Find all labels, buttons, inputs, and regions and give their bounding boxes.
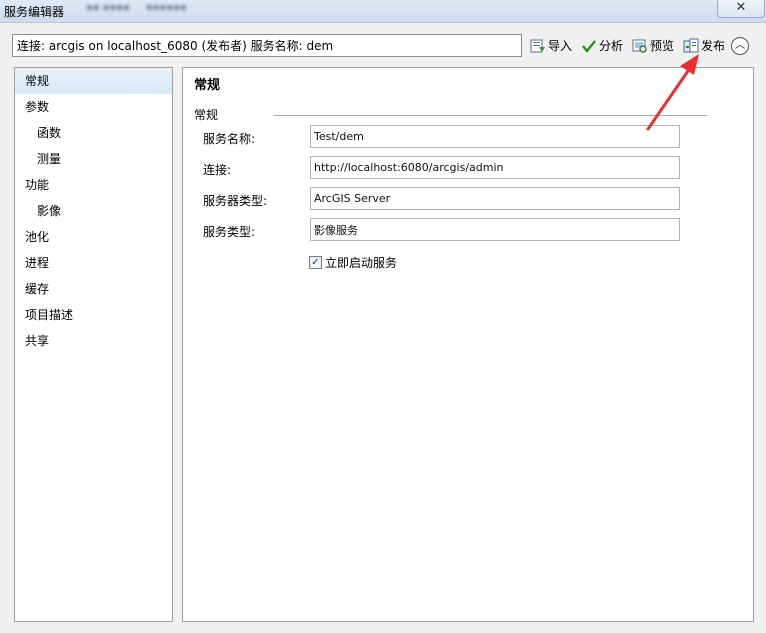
nav-item-pooling[interactable]: 池化 [15, 224, 172, 250]
window-title: 服务编辑器 [4, 5, 65, 19]
chevron-up-icon: ︿ [735, 40, 745, 51]
nav-item-functions[interactable]: 函数 [15, 120, 172, 146]
service-type-input[interactable] [310, 218, 680, 241]
connection-label: 连接: [203, 163, 232, 177]
analyze-label: 分析 [599, 39, 624, 53]
nav-item-item-description[interactable]: 项目描述 [15, 302, 172, 328]
connection-summary: 连接: arcgis on localhost_6080 (发布者) 服务名称:… [12, 34, 522, 57]
server-type-input[interactable] [310, 187, 680, 210]
blurred-tab: ▪▪ ▪▪▪▪ [86, 2, 130, 13]
nav-item-measurement[interactable]: 测量 [15, 146, 172, 172]
group-label: 常规 [194, 108, 219, 122]
nav-item-parameters[interactable]: 参数 [15, 94, 172, 120]
autostart-label: 立即启动服务 [325, 256, 398, 270]
nav-item-caching[interactable]: 缓存 [15, 276, 172, 302]
autostart-checkbox[interactable]: ✓ [309, 256, 322, 269]
connection-input[interactable] [310, 156, 680, 179]
publish-button[interactable]: 发布 [683, 37, 725, 55]
settings-nav: 常规 参数 函数 测量 功能 影像 池化 进程 缓存 项目描述 共享 [14, 67, 173, 622]
import-button[interactable]: 导入 [530, 37, 572, 55]
import-icon [530, 38, 546, 54]
nav-item-general[interactable]: 常规 [15, 68, 172, 94]
nav-item-sharing[interactable]: 共享 [15, 328, 172, 354]
service-name-input[interactable] [310, 125, 680, 148]
group-divider [274, 115, 707, 117]
preview-icon [632, 38, 648, 54]
service-type-label: 服务类型: [203, 225, 256, 239]
general-panel: 常规 常规 服务名称: 连接: 服务器类型: 服务类型: ✓ 立即启动服务 [182, 67, 754, 622]
close-button[interactable]: ✕ [717, 0, 765, 18]
blurred-tab: ▪▪▪▪▪▪ [146, 2, 187, 13]
nav-item-processes[interactable]: 进程 [15, 250, 172, 276]
nav-item-capabilities[interactable]: 功能 [15, 172, 172, 198]
title-bar: 服务编辑器 ▪▪ ▪▪▪▪ ▪▪▪▪▪▪ ✕ [0, 0, 766, 22]
publish-icon [683, 38, 699, 54]
autostart-option[interactable]: ✓ 立即启动服务 [309, 254, 397, 271]
close-icon: ✕ [735, 0, 747, 15]
server-type-label: 服务器类型: [203, 194, 268, 208]
preview-button[interactable]: 预览 [632, 37, 674, 55]
publish-label: 发布 [701, 39, 726, 53]
collapse-button[interactable]: ︿ [731, 37, 749, 55]
checkmark-icon: ✓ [311, 257, 320, 268]
service-name-label: 服务名称: [203, 132, 256, 146]
nav-item-imagery[interactable]: 影像 [15, 198, 172, 224]
analyze-button[interactable]: 分析 [581, 37, 623, 55]
page-title: 常规 [194, 78, 221, 93]
checkmark-icon [581, 38, 597, 54]
import-label: 导入 [548, 39, 573, 53]
editor-frame: 连接: arcgis on localhost_6080 (发布者) 服务名称:… [0, 22, 766, 633]
preview-label: 预览 [650, 39, 675, 53]
